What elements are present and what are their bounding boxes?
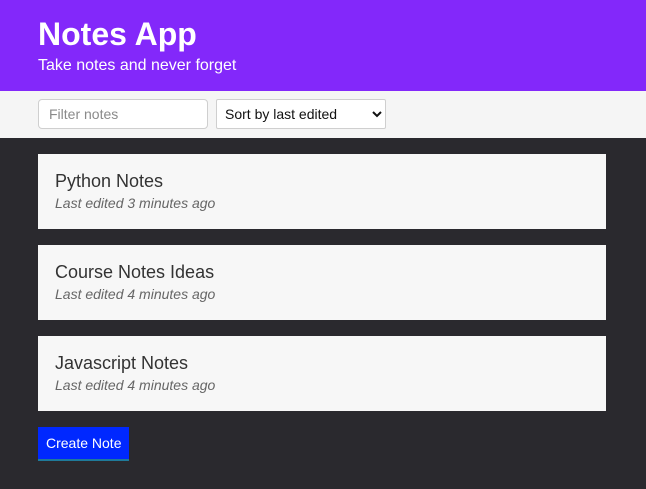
toolbar: Sort by last edited	[0, 91, 646, 138]
note-last-edited: Last edited 4 minutes ago	[55, 377, 216, 393]
note-title: Javascript Notes	[55, 353, 189, 373]
create-note-button[interactable]: Create Note	[38, 427, 130, 461]
notes-list: Python Notes Last edited 3 minutes ago C…	[0, 138, 646, 411]
sort-select[interactable]: Sort by last edited	[216, 99, 386, 129]
note-title: Python Notes	[55, 171, 164, 191]
filter-notes-input[interactable]	[38, 99, 208, 129]
note-card[interactable]: Python Notes Last edited 3 minutes ago	[38, 154, 606, 229]
note-last-edited: Last edited 4 minutes ago	[55, 286, 216, 302]
note-card[interactable]: Javascript Notes Last edited 4 minutes a…	[38, 336, 606, 411]
app-title: Notes App	[38, 16, 197, 52]
app-header: Notes App Take notes and never forget	[0, 0, 646, 91]
app-subtitle: Take notes and never forget	[38, 57, 237, 74]
note-card[interactable]: Course Notes Ideas Last edited 4 minutes…	[38, 245, 606, 320]
note-title: Course Notes Ideas	[55, 262, 215, 282]
note-last-edited: Last edited 3 minutes ago	[55, 195, 216, 211]
